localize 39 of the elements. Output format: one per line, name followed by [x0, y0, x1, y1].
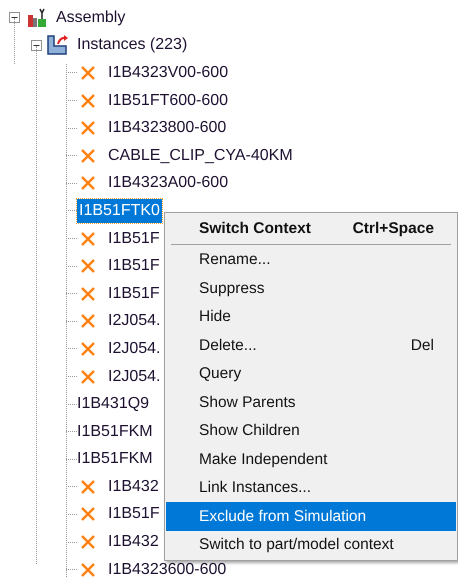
tree-item[interactable]: Instances (223)	[77, 33, 188, 58]
tree-item[interactable]: I1B431Q9	[77, 392, 150, 416]
menu-item[interactable]: Suppress	[166, 274, 456, 302]
shortcut-label: Ctrl+Space	[352, 218, 434, 239]
tree-item[interactable]: I1B51F	[108, 226, 160, 251]
tree-item[interactable]: I1B51F	[108, 502, 160, 526]
tree-item[interactable]: I1B4323A00-600	[108, 171, 228, 196]
menu-item[interactable]: Show Parents	[166, 388, 456, 416]
tree-item[interactable]: I1B432	[108, 530, 159, 554]
tree-item[interactable]: I1B51FT600-600	[108, 88, 228, 113]
collapse-toggle-icon[interactable]	[31, 40, 42, 51]
menu-item[interactable]: Exclude from Simulation	[166, 502, 456, 530]
tree-item[interactable]: I1B51F	[108, 254, 160, 278]
menu-item[interactable]: Show Children	[166, 416, 456, 445]
tree-item[interactable]: I2J054.	[108, 364, 160, 389]
shortcut-label: Del	[410, 336, 434, 356]
menu-item[interactable]: Hide	[166, 302, 456, 331]
tree-item[interactable]: I1B432	[108, 474, 159, 499]
tree-item[interactable]: I1B4323600-600	[108, 558, 226, 577]
menu-item[interactable]: Rename...	[166, 246, 456, 274]
menu-item[interactable]: Switch Context Ctrl+Space	[166, 214, 456, 242]
tree-item[interactable]: I1B51FKM	[77, 447, 153, 472]
tree-item[interactable]: I2J054.	[108, 336, 160, 361]
menu-item[interactable]: Make Independent	[166, 445, 456, 474]
tree-item[interactable]: I2J054.	[108, 309, 160, 334]
tree-item[interactable]: I1B51FTK0	[77, 198, 162, 223]
tree-item[interactable]: I1B51F	[108, 282, 160, 306]
tree-item[interactable]: I1B4323800-600	[108, 116, 226, 140]
menu-item[interactable]: Query	[166, 360, 456, 388]
menu-item[interactable]: Delete... Del	[166, 331, 456, 360]
collapse-toggle-icon[interactable]	[9, 12, 20, 24]
assembly-icon	[26, 6, 48, 29]
tree-item[interactable]: Assembly	[56, 6, 126, 30]
tree-item[interactable]: I1B4323V00-600	[108, 60, 228, 85]
menu-item[interactable]: Link Instances...	[166, 474, 456, 502]
tree-item[interactable]: I1B51FKM	[77, 420, 153, 444]
instances-icon	[46, 34, 70, 56]
menu-item[interactable]: Switch to part/model context	[166, 530, 456, 559]
tree-item[interactable]: CABLE_CLIP_CYA-40KM	[108, 144, 293, 168]
